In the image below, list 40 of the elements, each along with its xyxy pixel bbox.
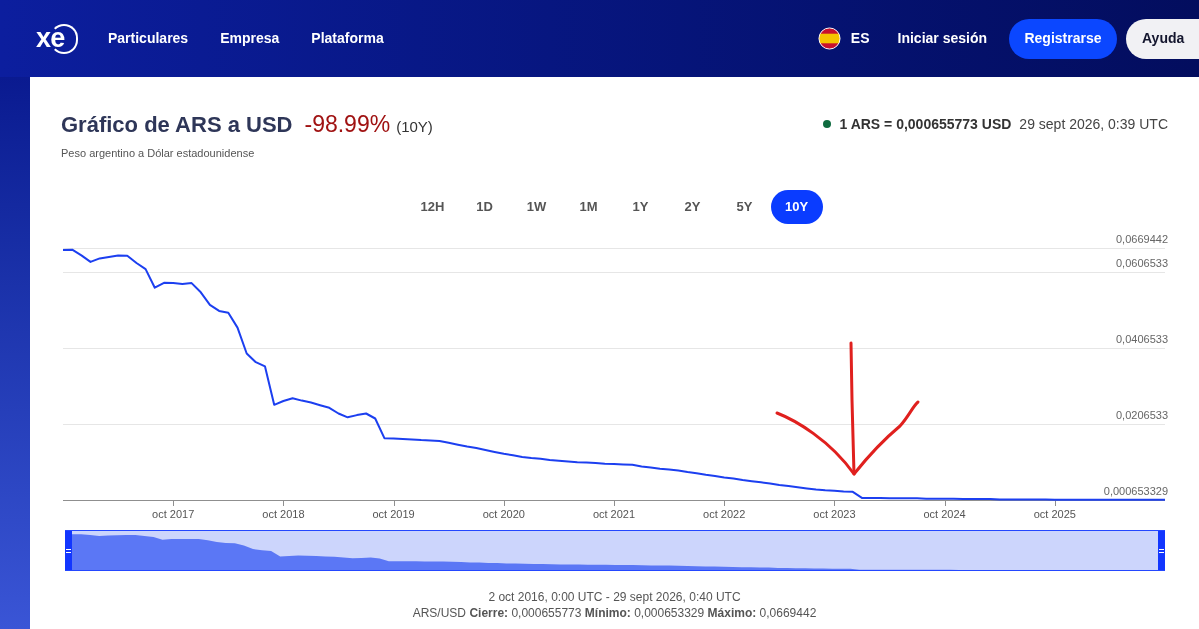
nav-link[interactable]: Empresa: [220, 28, 280, 49]
range-tab[interactable]: 12H: [406, 190, 459, 224]
x-axis-label: oct 2024: [923, 508, 966, 520]
signup-button[interactable]: Registrarse: [1009, 18, 1117, 59]
nav-link[interactable]: Particulares: [108, 28, 189, 49]
x-axis-label: oct 2023: [813, 508, 856, 520]
chart-title: Gráfico de ARS a USD: [61, 110, 293, 139]
x-axis-label: oct 2018: [262, 508, 305, 520]
help-button[interactable]: Ayuda: [1126, 18, 1199, 59]
y-axis-label: 0,0669442: [1116, 233, 1168, 245]
date-range: 2 oct 2016, 0:00 UTC - 29 sept 2026, 0:40 UTC: [488, 589, 741, 605]
flag-icon[interactable]: [817, 27, 841, 50]
x-axis-label: oct 2025: [1033, 508, 1076, 520]
range-tab[interactable]: 1Y: [614, 190, 667, 224]
range-tab[interactable]: 5Y: [718, 190, 771, 224]
range-tab[interactable]: 2Y: [666, 190, 719, 224]
x-axis-label: oct 2022: [703, 508, 746, 520]
range-tab[interactable]: 1M: [562, 190, 615, 224]
period-label: (10Y): [396, 116, 433, 137]
y-axis-label: 0,0206533: [1116, 408, 1168, 421]
x-axis-label: oct 2019: [372, 508, 415, 520]
chart-subtitle: Peso argentino a Dólar estadounidense: [60, 146, 256, 161]
y-axis-label: 0,000653329: [1103, 485, 1168, 497]
navigator-handle[interactable]: [65, 531, 72, 570]
change-percent: -98.99%: [304, 109, 391, 139]
login-link[interactable]: Iniciar sesión: [897, 28, 987, 49]
nav-link[interactable]: Plataforma: [311, 28, 384, 49]
range-tab[interactable]: 10Y: [770, 190, 823, 224]
range-tab[interactable]: 1W: [510, 190, 563, 224]
navigator-handle[interactable]: [1158, 531, 1165, 570]
language-code[interactable]: ES: [850, 28, 870, 49]
x-axis-label: oct 2021: [592, 508, 636, 520]
exchange-rate: 1 ARS = 0,000655773 USD: [839, 114, 1012, 134]
y-axis-label: 0,0606533: [1116, 256, 1168, 269]
rate-timestamp: 29 sept 2026, 0:39 UTC: [1019, 114, 1168, 134]
range-tab[interactable]: 1D: [458, 190, 511, 224]
price-summary: ARS/USD Cierre: 0,000655773 Mínimo: 0,000653329 Máximo: 0,0669442: [412, 605, 817, 621]
x-axis-label: oct 2020: [482, 508, 525, 520]
x-axis-label: oct 2017: [152, 508, 195, 520]
y-axis-label: 0,0406533: [1116, 332, 1168, 345]
